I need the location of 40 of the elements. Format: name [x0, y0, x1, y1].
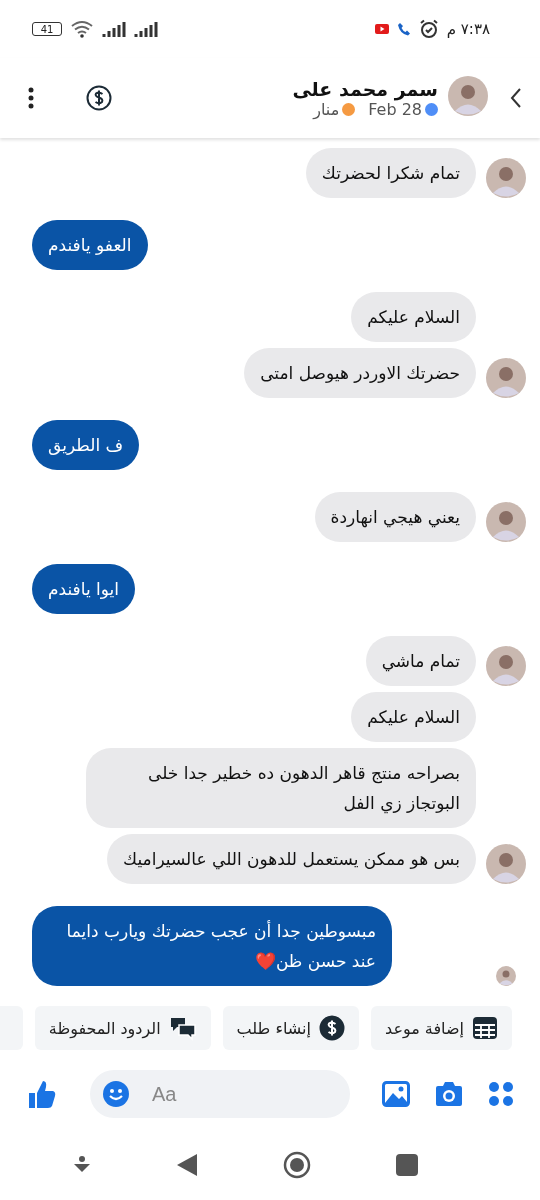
kebab-menu-icon [28, 87, 34, 109]
square-icon [395, 1154, 418, 1176]
quick-reply-chip[interactable]: الردود المحفوظة [34, 1006, 211, 1050]
wifi-icon [70, 20, 94, 38]
emoji-icon [102, 1080, 130, 1108]
message-bubble: السلام عليكم [351, 292, 476, 342]
triangle-back-icon [175, 1153, 198, 1177]
calendar-icon [472, 1016, 498, 1040]
message-bubble: السلام عليكم [351, 692, 476, 742]
agent-name: منار [313, 99, 340, 119]
message-bubble: العفو يافندم [32, 220, 148, 270]
person-down-icon [72, 1155, 91, 1175]
alarm-icon [418, 19, 439, 39]
quick-reply-chip[interactable]: إضافة موعد [371, 1006, 512, 1050]
dollar-icon [319, 1015, 345, 1041]
message-bubble: حضرتك الاوردر هيوصل امتى [244, 348, 476, 398]
clock-time: ٧:٣٨ م [446, 20, 490, 38]
message-bubble: يعني هيجي انهاردة [314, 492, 476, 542]
chevron-icon [508, 86, 524, 110]
message-bubble: تمام شكرا لحضرتك [305, 148, 476, 198]
signal-icon [102, 21, 126, 37]
signal-icon [134, 21, 158, 37]
quick-reply-chip[interactable]: إنشاء طلب [222, 1006, 359, 1050]
message-bubble: ف الطريق [32, 420, 140, 470]
message-bubble: ايوا يافندم [32, 564, 135, 614]
status-dot [425, 102, 438, 116]
message-bubble: بس هو ممكن يستعمل للدهون اللي عالسيراميك [107, 834, 476, 884]
message-bubble: تمام ماشي [365, 636, 476, 686]
chat-bubbles-icon [168, 1015, 197, 1041]
message-field[interactable]: Aa [90, 1070, 350, 1118]
status-dot [342, 102, 356, 116]
message-bubble: بصراحه منتج قاهر الدهون ده خطير جدا خلى البوتجاز زي الفل [86, 748, 476, 828]
avatar [448, 76, 488, 116]
battery-icon: 41 [32, 22, 62, 36]
home-circle-icon [282, 1151, 311, 1179]
dollar-icon [86, 85, 112, 111]
phone-icon [396, 22, 411, 36]
video-play-icon [374, 24, 389, 34]
contact-name: سمر محمد على [291, 77, 438, 100]
message-bubble: مبسوطين جدا أن عجب حضرتك ويارب دايما عند حسن ظن❤ [32, 906, 392, 986]
